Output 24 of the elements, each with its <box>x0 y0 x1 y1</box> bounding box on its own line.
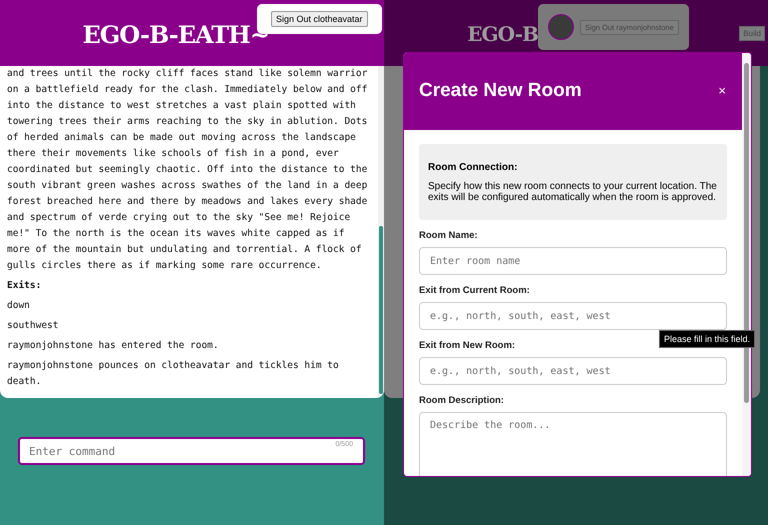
description-field[interactable]: Describe the room... <box>419 412 727 476</box>
message-line: raymonjohnstone has entered the room. <box>7 339 220 353</box>
field-label: Room Name: <box>419 230 479 241</box>
message-line: down <box>7 299 31 313</box>
tooltip: Please fill in this field. <box>659 330 756 348</box>
info-heading: Room Connection: <box>428 162 518 173</box>
field-label: Exit from Current Room: <box>419 285 531 296</box>
sign-out-button[interactable]: Sign Out clotheavatar <box>270 11 368 27</box>
logo: EGO-B <box>467 22 538 46</box>
field-label: Exit from New Room: <box>419 340 516 351</box>
exits-heading: Exits: <box>7 279 42 293</box>
modal-title: Create New Room <box>419 80 582 102</box>
input-field[interactable]: Enter room name <box>419 247 727 275</box>
field-label: Room Description: <box>419 395 505 406</box>
input-field[interactable]: e.g., north, south, east, west <box>419 302 727 330</box>
input-field[interactable]: e.g., north, south, east, west <box>419 357 727 385</box>
scrollbar[interactable] <box>378 66 384 398</box>
message-line: raymonjohnstone pounces on clotheavatar and tickles him to death. <box>7 359 340 389</box>
message-line: southwest <box>7 319 60 333</box>
info-text: Specify how this new room connects to your current location. The exits will be configured automatically when the room is approved. <box>428 181 718 203</box>
close-button[interactable]: × <box>716 83 728 98</box>
room-description: and trees until the rocky cliff faces stand like solemn warrior on a battlefield ready for the clash. Immediately below and off into the distance to west stretches a vast plain spotted with towering trees their arms reaching to the sky in ablution. Dots of herded animals can be made out moving across the landscape there their movements like schools of fish in a pond, ever coordinated but seemingly chaotic. Off into the distance to the south vibrant green washes across swathes of the land in a deep forest breached here and there by meadows and lakes every shade and spectrum of verde crying out to the sky "See me! Rejoice me!" To the north is the ocean its waves white capped as if more of the mountain but undulating and torrential. A flock of gulls circles there as if marking some rare occurrence. <box>7 67 368 273</box>
avatar <box>548 14 574 40</box>
logo: EGO-B-EATH~ <box>82 20 269 49</box>
